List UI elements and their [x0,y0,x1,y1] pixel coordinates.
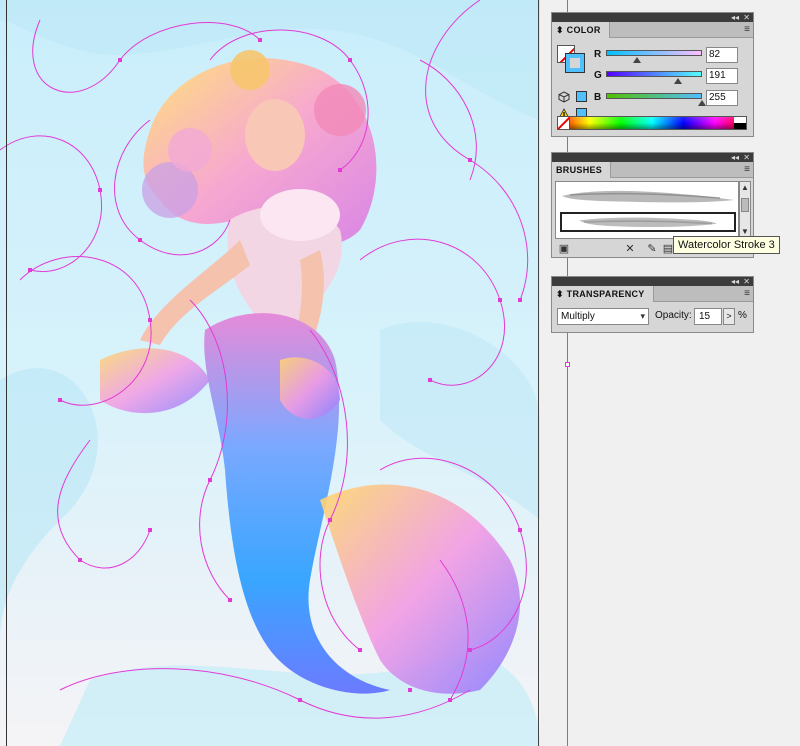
slider-thumb-b[interactable] [698,100,706,106]
blend-mode-value: Multiply [561,311,595,322]
brush-item-watercolor-2[interactable] [560,186,736,206]
transparency-panel-titlebar[interactable]: ◂◂ ✕ [552,277,753,286]
value-field-r[interactable]: 82 [706,47,738,63]
tab-color[interactable]: ⬍ COLOR [552,22,610,38]
tab-color-label: COLOR [566,25,601,35]
artboard-right-edge [538,0,539,746]
tab-transparency[interactable]: ⬍ TRANSPARENCY [552,286,654,302]
channel-row-g: G 191 [594,68,750,84]
color-panel-titlebar[interactable]: ◂◂ ✕ [552,13,753,22]
slider-thumb-g[interactable] [674,78,682,84]
channel-label-g: G [594,70,602,81]
collapse-icon[interactable]: ◂◂ [731,277,739,286]
close-icon[interactable]: ✕ [743,13,750,22]
transparency-panel-tabrow: ⬍ TRANSPARENCY ≡ [552,286,753,302]
brush-libraries-icon[interactable]: ▣ [557,242,571,256]
anchor-point[interactable] [565,362,570,367]
brushes-panel-tabrow: BRUSHES ≡ [552,162,753,178]
brush-list-scrollbar[interactable]: ▲ ▼ [739,181,751,239]
none-color-swatch[interactable] [558,117,570,129]
scroll-thumb[interactable] [741,198,749,212]
opacity-input[interactable]: 15 [694,308,722,325]
close-icon[interactable]: ✕ [743,153,750,162]
black-white-swatch[interactable] [734,117,746,129]
channel-row-r: R 82 [594,47,750,63]
fill-stroke-indicator[interactable] [557,45,585,73]
opacity-label: Opacity: [655,310,692,321]
channel-label-b: B [594,92,602,103]
mermaid-artwork-svg [0,0,540,746]
brush-options-icon[interactable]: ✎ [645,242,659,256]
slider-r[interactable] [606,50,702,56]
stroke-swatch[interactable] [565,53,585,73]
color-spectrum-bar[interactable] [557,116,747,130]
value-field-b[interactable]: 255 [706,90,738,106]
color-panel: ◂◂ ✕ ⬍ COLOR ≡ R 82 G 191 B 255 [551,12,754,137]
panel-menu-icon[interactable]: ≡ [744,24,750,35]
artboard-left-edge [6,0,7,746]
slider-g[interactable] [606,71,702,77]
brushes-panel-titlebar[interactable]: ◂◂ ✕ [552,153,753,162]
scroll-up-icon[interactable]: ▲ [740,183,750,193]
websafe-swatch[interactable] [576,91,587,102]
blend-mode-select[interactable]: Multiply ▾ [557,308,649,325]
brush-list [555,181,739,239]
close-icon[interactable]: ✕ [743,277,750,286]
tab-transparency-label: TRANSPARENCY [566,289,645,299]
channel-label-r: R [594,49,602,60]
color-panel-tabrow: ⬍ COLOR ≡ [552,22,753,38]
chevron-down-icon: ▾ [640,311,645,321]
cube-icon[interactable] [558,91,570,103]
collapse-icon[interactable]: ◂◂ [731,13,739,22]
collapse-icon[interactable]: ◂◂ [731,153,739,162]
tab-brushes[interactable]: BRUSHES [552,162,612,178]
panel-menu-icon[interactable]: ≡ [744,164,750,175]
artwork-illustration[interactable] [0,0,540,746]
slider-thumb-r[interactable] [632,57,641,63]
brush-item-watercolor-stroke-3[interactable] [560,212,736,232]
panel-menu-icon[interactable]: ≡ [744,288,750,299]
slider-b[interactable] [606,93,702,99]
opacity-unit: % [738,310,747,321]
value-field-g[interactable]: 191 [706,68,738,84]
opacity-slider-toggle[interactable]: > [723,308,735,325]
brush-tooltip: Watercolor Stroke 3 [673,236,780,254]
channel-row-b: B 255 [594,90,750,106]
transparency-panel: ◂◂ ✕ ⬍ TRANSPARENCY ≡ Multiply ▾ Opacity… [551,276,754,333]
remove-brush-stroke-icon[interactable]: ✕ [623,242,637,256]
